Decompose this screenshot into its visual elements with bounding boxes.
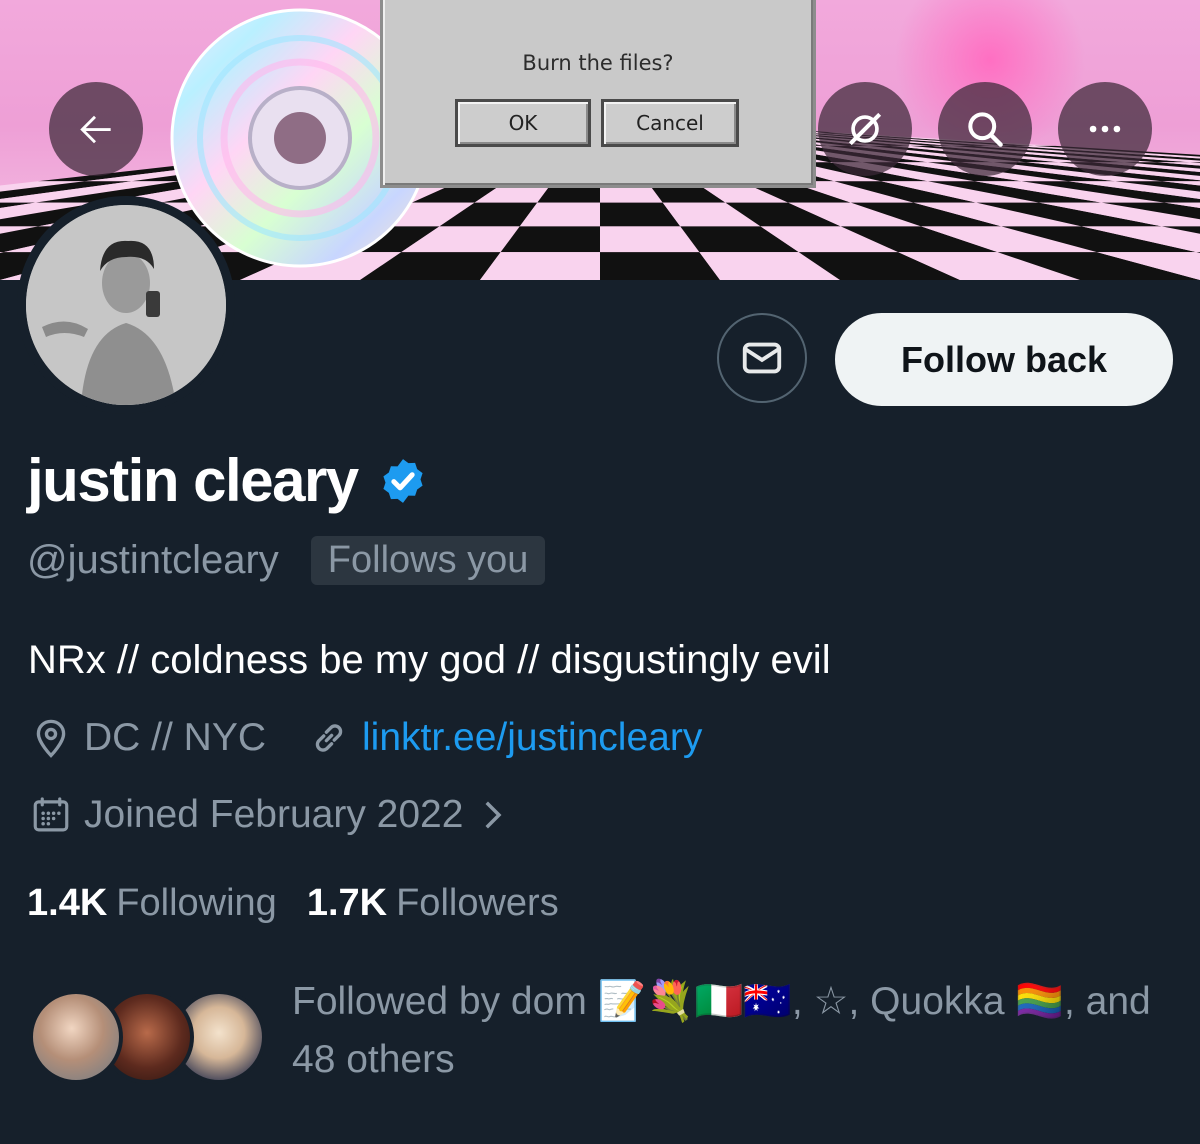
location-pin-icon [36, 719, 66, 758]
search-icon [968, 112, 1003, 147]
more-icon [1089, 125, 1121, 133]
link-icon [315, 724, 343, 752]
more-button[interactable] [1058, 82, 1152, 176]
follower-avatar [29, 990, 123, 1084]
dialog-message: Burn the files? [522, 51, 674, 75]
back-arrow-icon [80, 115, 111, 144]
following-stat[interactable]: 1.4K Following [27, 882, 277, 925]
display-name: justin cleary [27, 447, 359, 514]
profile-bio: NRx // coldness be my god // disgustingl… [28, 638, 831, 682]
grok-button[interactable] [818, 82, 912, 176]
follow-back-button[interactable]: Follow back [835, 313, 1173, 406]
followers-stat[interactable]: 1.7K Followers [307, 882, 559, 925]
avatar-photo [26, 205, 226, 405]
dialog-cancel-button: Cancel [601, 99, 739, 147]
chevron-right-icon [485, 801, 502, 829]
followers-label: Followers [396, 882, 559, 924]
username-handle: @justintcleary [27, 538, 279, 582]
handle-row: @justintcleary Follows you [27, 536, 546, 585]
name-row: justin cleary [27, 446, 428, 515]
floor-tile [480, 252, 600, 280]
location-text: DC // NYC [84, 716, 267, 759]
calendar-icon [33, 797, 69, 832]
verified-badge-icon[interactable] [378, 456, 428, 506]
dialog-ok-button: OK [455, 99, 591, 147]
profile-avatar[interactable] [17, 196, 235, 414]
following-label: Following [116, 882, 277, 924]
grok-icon [848, 112, 882, 146]
joined-row[interactable]: Joined February 2022 [30, 793, 513, 837]
back-button[interactable] [49, 82, 143, 176]
joined-date: Joined February 2022 [84, 793, 464, 836]
follow-stats: 1.4K Following 1.7K Followers [27, 882, 559, 925]
floor-tile [600, 252, 720, 280]
followed-by-text: Followed by dom 📝💐🇮🇹🇦🇺, ☆, Quokka 🏳️‍🌈, … [292, 980, 1151, 1081]
envelope-icon [742, 342, 782, 374]
location-link-row: DC // NYC linktr.ee/justincleary [30, 716, 702, 760]
follows-you-badge: Follows you [310, 536, 546, 585]
following-count: 1.4K [27, 882, 108, 924]
message-button[interactable] [717, 313, 807, 403]
website-link[interactable]: linktr.ee/justincleary [362, 716, 702, 760]
followers-count: 1.7K [306, 882, 388, 924]
search-button[interactable] [938, 82, 1032, 176]
burn-files-dialog: Burn the files? OK Cancel [380, 0, 816, 188]
